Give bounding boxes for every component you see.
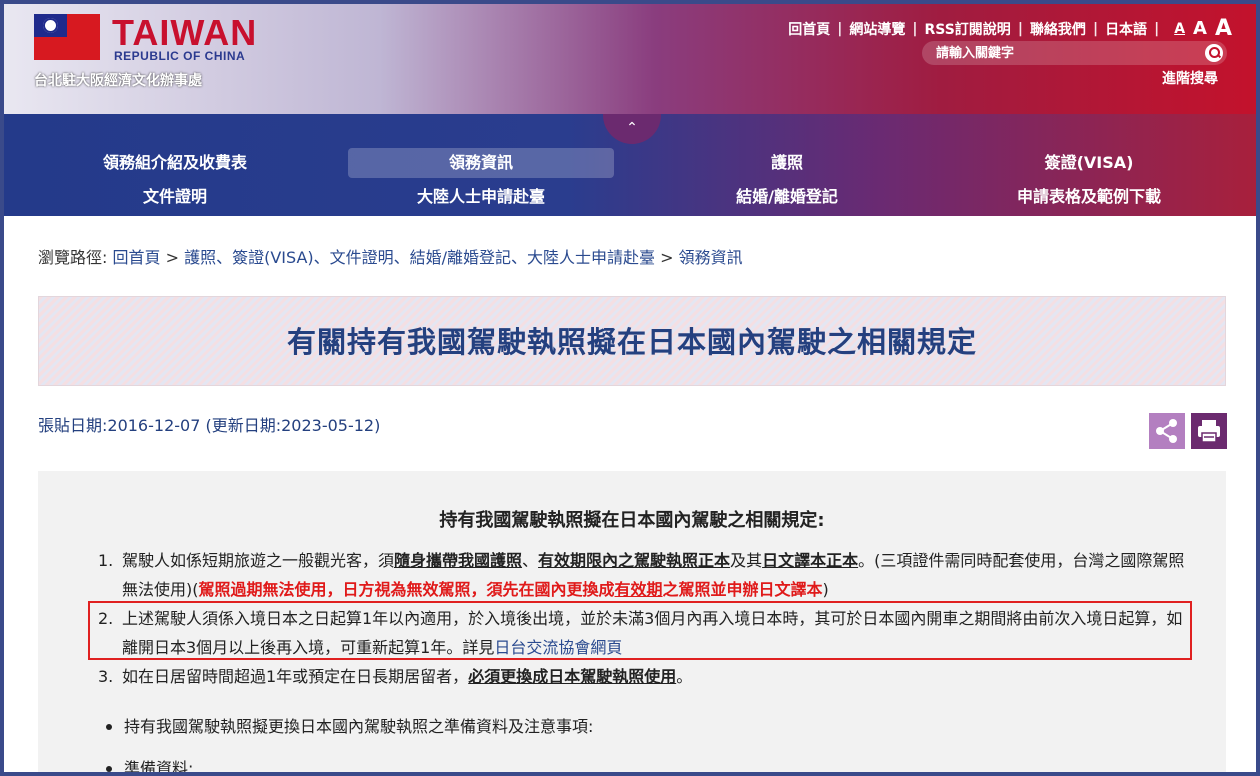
share-button[interactable] bbox=[1149, 413, 1185, 449]
font-size-large-button[interactable]: A bbox=[1215, 16, 1232, 41]
link-rss[interactable]: RSS訂閱說明 bbox=[924, 19, 1010, 39]
search-box bbox=[922, 41, 1227, 65]
nav-item-visa[interactable]: 簽證(VISA) bbox=[940, 148, 1238, 178]
share-icon bbox=[1156, 419, 1177, 443]
top-links: 回首頁 | 網站導覽 | RSS訂閱說明 | 聯絡我們 | 日本語 | A A … bbox=[788, 16, 1232, 41]
brand-logo[interactable]: TAIWAN bbox=[112, 12, 257, 54]
main-nav: ⌃ 領務組介紹及收費表 領務資訊 護照 簽證(VISA) 文件證明 大陸人士申請… bbox=[4, 114, 1256, 216]
bullet-list: 持有我國駕駛執照擬更換日本國內駕駛執照之準備資料及注意事項: 準備資料: bbox=[104, 706, 593, 772]
nav-item-forms[interactable]: 申請表格及範例下載 bbox=[940, 182, 1238, 212]
print-button[interactable] bbox=[1191, 413, 1227, 449]
printer-icon bbox=[1198, 420, 1220, 443]
link-japanese[interactable]: 日本語 bbox=[1105, 19, 1147, 39]
link-contact[interactable]: 聯絡我們 bbox=[1030, 19, 1086, 39]
site-header: TAIWAN REPUBLIC OF CHINA 台北駐大阪經濟文化辦事處 回首… bbox=[4, 4, 1256, 114]
nav-item-consular-intro[interactable]: 領務組介紹及收費表 bbox=[22, 148, 328, 178]
bullet-item: 持有我國駕駛執照擬更換日本國內駕駛執照之準備資料及注意事項: bbox=[104, 706, 593, 748]
bullet-item: 準備資料: bbox=[104, 748, 593, 772]
post-dates: 張貼日期:2016-12-07 (更新日期:2023-05-12) bbox=[38, 416, 381, 435]
breadcrumb-label: 瀏覽路徑: bbox=[38, 248, 108, 267]
page-title: 有關持有我國駕駛執照擬在日本國內駕駛之相關規定 bbox=[286, 325, 977, 359]
breadcrumb-current[interactable]: 領務資訊 bbox=[679, 248, 743, 267]
list-item: 3. 如在日居留時間超過1年或預定在日長期居留者，必須更換成日本駕駛執照使用。 bbox=[98, 667, 693, 686]
search-icon[interactable] bbox=[1205, 44, 1223, 62]
font-size-small-button[interactable]: A bbox=[1174, 21, 1185, 37]
nav-item-passport[interactable]: 護照 bbox=[634, 148, 940, 178]
page-frame: TAIWAN REPUBLIC OF CHINA 台北駐大阪經濟文化辦事處 回首… bbox=[0, 0, 1260, 776]
search-input[interactable] bbox=[922, 41, 1192, 65]
taiwan-flag-icon[interactable] bbox=[34, 14, 100, 60]
title-banner: 有關持有我國駕駛執照擬在日本國內駕駛之相關規定 bbox=[38, 296, 1226, 386]
nav-item-marriage[interactable]: 結婚/離婚登記 bbox=[634, 182, 940, 212]
breadcrumb: 瀏覽路徑: 回首頁 > 護照、簽證(VISA)、文件證明、結婚/離婚登記、大陸人… bbox=[38, 248, 743, 267]
list-item: 1. 駕駛人如係短期旅遊之一般觀光客，須隨身攜帶我國護照、有效期限內之駕駛執照正… bbox=[98, 551, 1185, 599]
office-name: 台北駐大阪經濟文化辦事處 bbox=[34, 73, 202, 89]
link-home[interactable]: 回首頁 bbox=[788, 19, 830, 39]
breadcrumb-home[interactable]: 回首頁 bbox=[113, 248, 161, 267]
brand-subtitle: REPUBLIC OF CHINA bbox=[114, 49, 246, 63]
link-sitemap[interactable]: 網站導覽 bbox=[849, 19, 905, 39]
content-heading: 持有我國駕駛執照擬在日本國內駕駛之相關規定: bbox=[439, 510, 825, 531]
nav-item-mainland[interactable]: 大陸人士申請赴臺 bbox=[328, 182, 634, 212]
nav-item-documents[interactable]: 文件證明 bbox=[22, 182, 328, 212]
breadcrumb-section[interactable]: 護照、簽證(VISA)、文件證明、結婚/離婚登記、大陸人士申請赴臺 bbox=[184, 248, 655, 267]
highlight-box bbox=[88, 601, 1192, 660]
chevron-updown-icon[interactable]: ⌃ bbox=[603, 114, 661, 144]
nav-item-consular-info[interactable]: 領務資訊 bbox=[348, 148, 614, 178]
font-size-medium-button[interactable]: A bbox=[1193, 18, 1207, 39]
advanced-search-link[interactable]: 進階搜尋 bbox=[1162, 68, 1218, 88]
